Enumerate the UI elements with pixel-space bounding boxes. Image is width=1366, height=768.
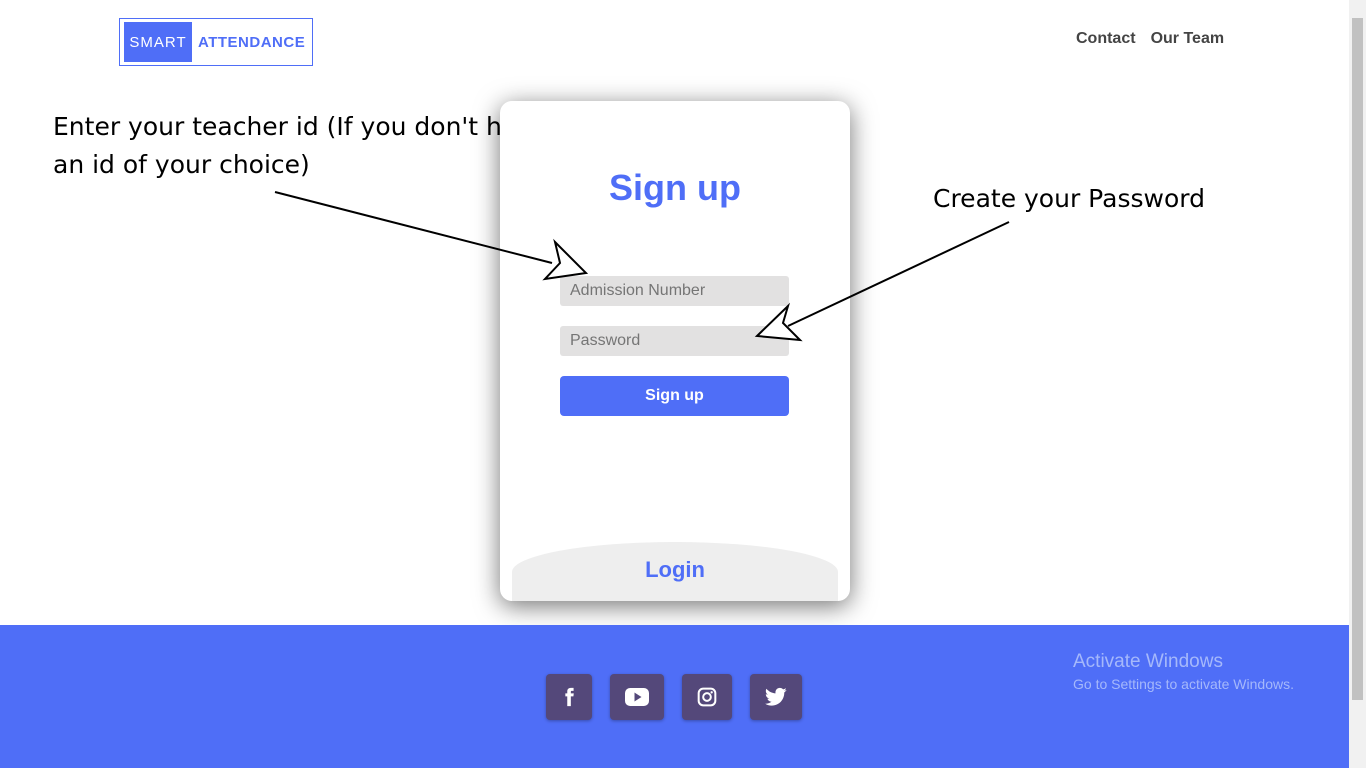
admission-number-input[interactable] <box>560 276 789 306</box>
annotation-password: Create your Password <box>933 184 1205 213</box>
signup-button[interactable]: Sign up <box>560 376 789 416</box>
logo[interactable]: SMART ATTENDANCE <box>119 18 313 66</box>
scrollbar-thumb[interactable] <box>1352 18 1363 700</box>
watermark-subtitle: Go to Settings to activate Windows. <box>1073 676 1294 692</box>
signup-title: Sign up <box>609 167 741 208</box>
twitter-icon[interactable] <box>750 674 802 720</box>
footer: Activate Windows Go to Settings to activ… <box>0 625 1349 768</box>
logo-smart-text: SMART <box>124 22 192 62</box>
signup-card: Sign up Sign up Login <box>500 101 850 601</box>
nav-our-team-link[interactable]: Our Team <box>1151 30 1225 48</box>
nav-contact-link[interactable]: Contact <box>1076 30 1136 48</box>
activate-windows-watermark: Activate Windows Go to Settings to activ… <box>1073 651 1294 692</box>
facebook-icon[interactable] <box>546 674 592 720</box>
page-scrollbar[interactable] <box>1349 0 1366 768</box>
youtube-icon[interactable] <box>610 674 664 720</box>
login-tab-label[interactable]: Login <box>500 557 850 583</box>
watermark-title: Activate Windows <box>1073 651 1223 672</box>
instagram-icon[interactable] <box>682 674 732 720</box>
logo-attendance-text: ATTENDANCE <box>198 33 306 51</box>
top-nav: Contact Our Team <box>1076 30 1224 48</box>
password-input[interactable] <box>560 326 789 356</box>
